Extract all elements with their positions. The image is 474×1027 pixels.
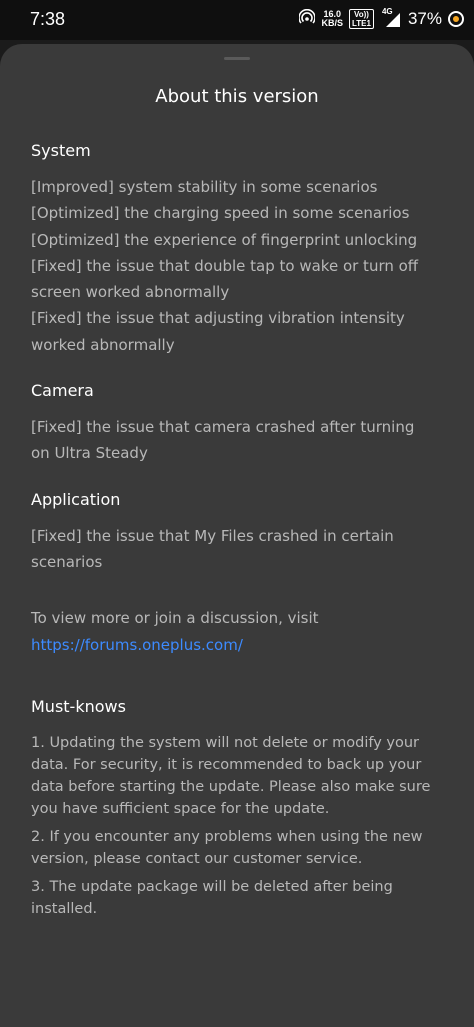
must-knows-section: Must-knows 1. Updating the system will n… — [31, 696, 451, 920]
must-know-item: 2. If you encounter any problems when us… — [31, 828, 423, 867]
section-title: Camera — [31, 381, 94, 401]
battery-percentage: 37% — [407, 9, 442, 28]
note-line: worked abnormally — [31, 335, 175, 354]
note-line: on Ultra Steady — [31, 444, 148, 463]
release-notes: System [Improved] system stability in so… — [31, 140, 451, 926]
volte-icon: Vo)) LTE1 — [349, 9, 374, 29]
section-camera: Camera [Fixed] the issue that camera cra… — [31, 380, 451, 467]
volte-label-top: Vo)) — [354, 10, 369, 19]
note-line: scenarios — [31, 552, 103, 571]
must-know-item: 1. Updating the system will not delete o… — [31, 734, 431, 817]
discussion-text: To view more or join a discussion, visit — [31, 609, 319, 628]
section-system: System [Improved] system stability in so… — [31, 140, 451, 358]
note-line: [Optimized] the experience of fingerprin… — [31, 230, 418, 249]
volte-label-bottom: LTE1 — [352, 19, 371, 28]
forum-link[interactable]: https://forums.oneplus.com/ — [31, 636, 243, 654]
sheet-title: About this version — [155, 86, 319, 107]
note-line: [Fixed] the issue that My Files crashed … — [31, 526, 394, 545]
section-application: Application [Fixed] the issue that My Fi… — [31, 489, 451, 576]
note-line: [Improved] system stability in some scen… — [31, 178, 378, 196]
section-title: Must-knows — [31, 696, 126, 716]
note-line: [Fixed] the issue that double tap to wak… — [31, 256, 419, 275]
note-line: [Fixed] the issue that adjusting vibrati… — [31, 309, 405, 328]
section-title: System — [31, 141, 91, 160]
discussion-block: To view more or join a discussion, visit… — [31, 605, 451, 657]
network-speed-unit: KB/S — [321, 18, 343, 28]
status-time: 7:38 — [30, 9, 66, 29]
must-know-item: 3. The update package will be deleted af… — [31, 878, 393, 917]
section-title: Application — [31, 489, 121, 509]
drag-handle[interactable] — [224, 57, 250, 60]
note-line: [Optimized] the charging speed in some s… — [31, 204, 410, 223]
status-bar: 7:38 16.0 KB/S Vo)) LTE1 4G 37% — [0, 0, 474, 40]
about-version-sheet: About this version System [Improved] sys… — [0, 44, 474, 1027]
signal-icon: 4G — [380, 7, 402, 28]
status-icons: 16.0 KB/S Vo)) LTE1 4G 37% — [298, 7, 464, 31]
hotspot-icon — [298, 8, 317, 30]
network-speed: 16.0 KB/S — [321, 10, 343, 28]
note-line: screen worked abnormally — [31, 283, 230, 302]
note-line: [Fixed] the issue that camera crashed af… — [31, 418, 415, 437]
battery-icon — [448, 11, 464, 27]
